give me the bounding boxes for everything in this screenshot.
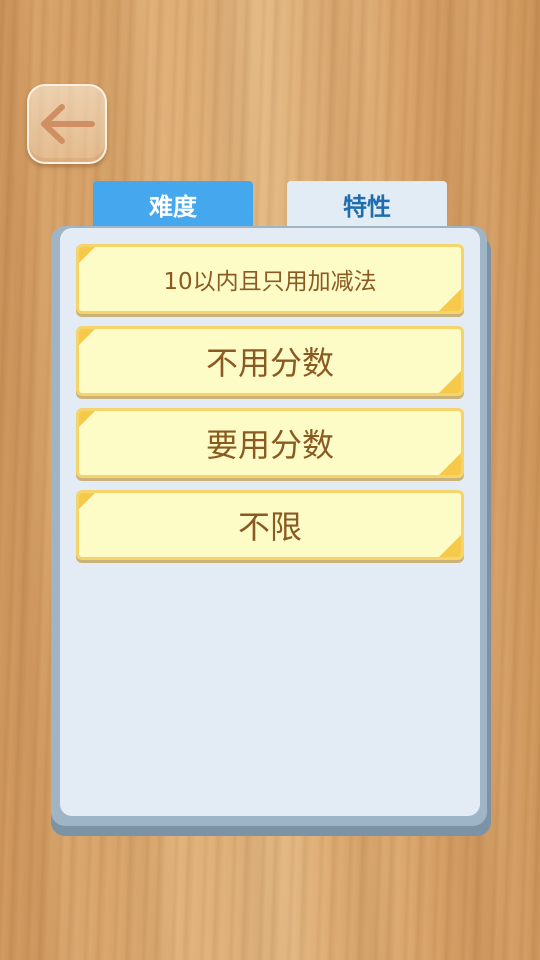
option-with-fractions[interactable]: 要用分数 xyxy=(76,408,464,478)
tab-difficulty[interactable]: 难度 xyxy=(93,181,253,227)
option-label: 10以内且只用加减法 xyxy=(163,269,377,295)
option-unlimited[interactable]: 不限 xyxy=(76,490,464,560)
option-label: 要用分数 xyxy=(205,426,334,464)
option-label: 不用分数 xyxy=(205,344,334,382)
tab-feature[interactable]: 特性 xyxy=(287,181,447,227)
option-label: 不限 xyxy=(237,508,302,546)
tab-feature-label: 特性 xyxy=(343,192,391,221)
option-no-fractions[interactable]: 不用分数 xyxy=(76,326,464,396)
arrow-left-icon xyxy=(36,101,98,147)
tab-difficulty-label: 难度 xyxy=(149,192,197,221)
back-button[interactable] xyxy=(27,84,107,164)
option-add-subtract-within-10[interactable]: 10以内且只用加减法 xyxy=(76,244,464,314)
